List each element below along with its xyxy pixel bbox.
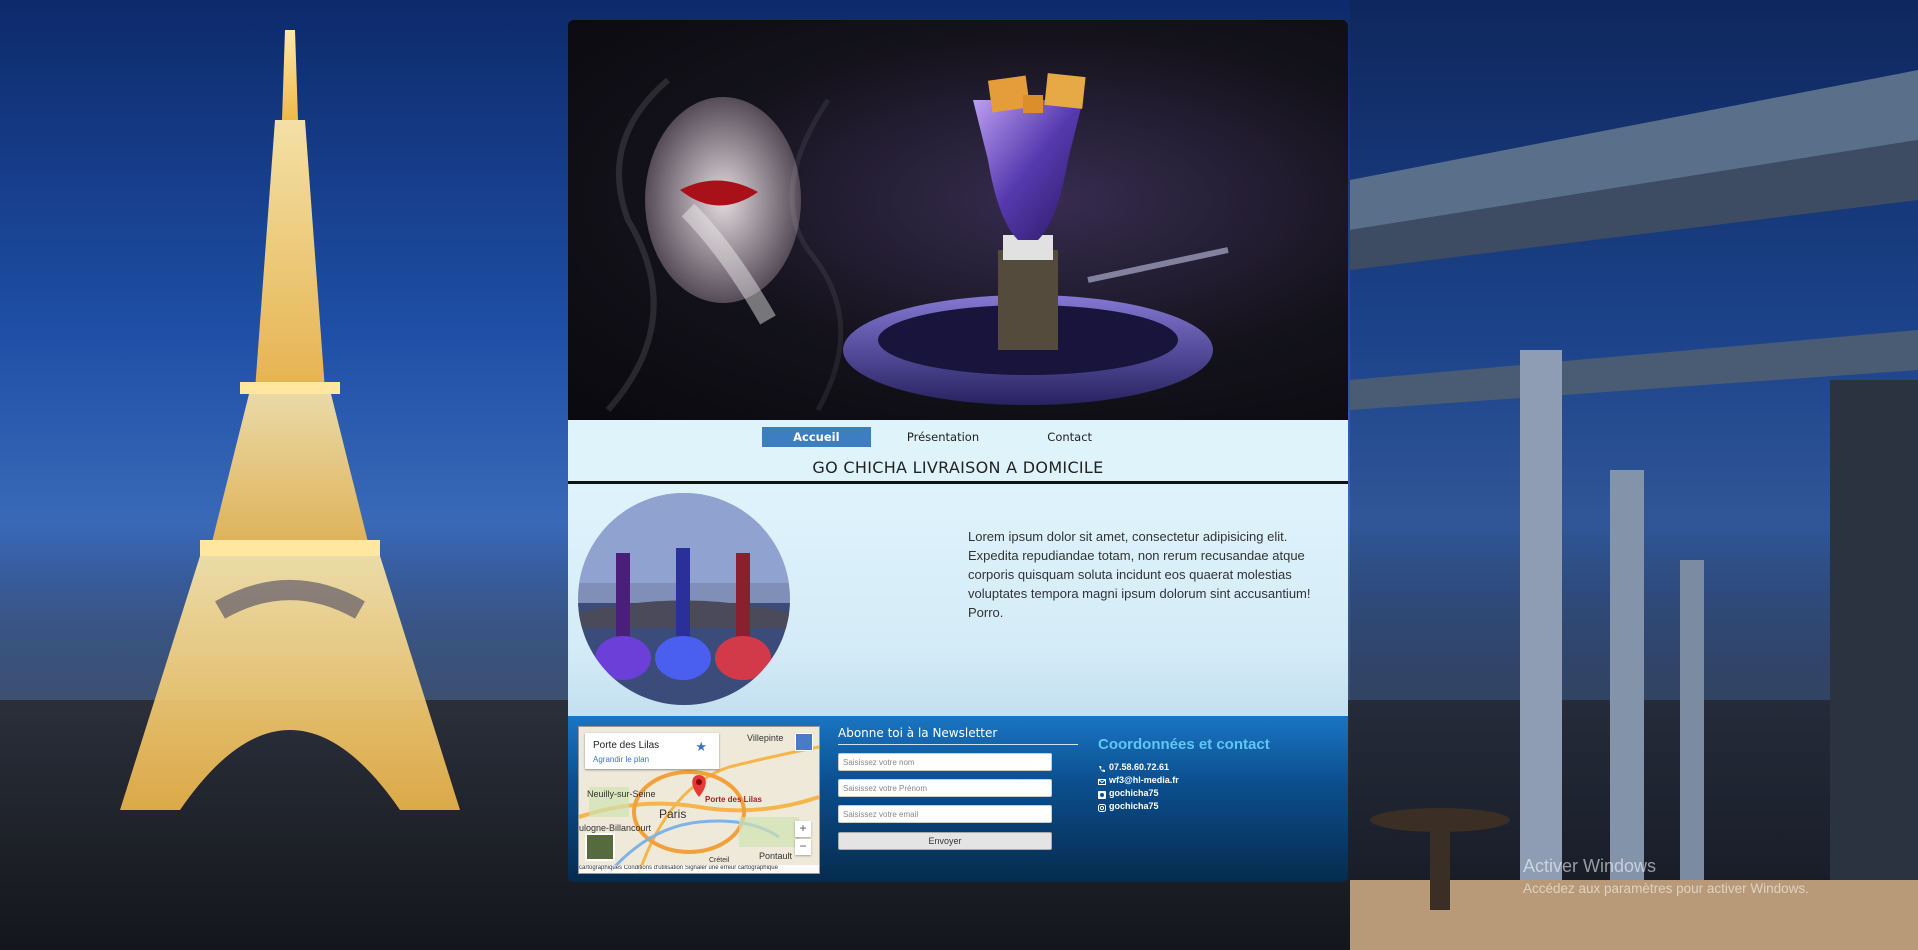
contact-snapchat: gochicha75 (1109, 788, 1159, 798)
contact-snapchat-row: gochicha75 (1098, 787, 1328, 800)
snapchat-icon (1098, 790, 1106, 799)
watermark-subtitle: Accédez aux paramètres pour activer Wind… (1523, 881, 1809, 896)
watermark-title: Activer Windows (1523, 856, 1657, 876)
firstname-input[interactable] (838, 779, 1052, 797)
zoom-out-button[interactable]: − (795, 839, 811, 855)
envelope-icon (1098, 777, 1106, 785)
map-label-neuilly: Neuilly-sur-Seine (587, 789, 656, 799)
submit-button[interactable]: Envoyer (838, 832, 1052, 850)
newsletter-title: Abonne toi à la Newsletter (838, 726, 1078, 745)
map-place-name: Porte des Lilas (593, 740, 660, 751)
main-card: Accueil Présentation Contact GO CHICHA L… (568, 20, 1348, 882)
nav-item-accueil[interactable]: Accueil (762, 427, 871, 447)
page-title: GO CHICHA LIVRAISON A DOMICILE (812, 458, 1104, 477)
google-map[interactable]: Porte des Lilas Agrandir le plan ★ Ville… (578, 726, 820, 874)
contact-phone: 07.58.60.72.61 (1109, 762, 1170, 772)
email-input[interactable] (838, 805, 1052, 823)
name-input[interactable] (838, 753, 1052, 771)
contact-email: wf3@hl-media.fr (1109, 775, 1179, 785)
satellite-toggle-button[interactable] (585, 833, 615, 861)
terrace-background-image (1350, 0, 1918, 950)
map-footer: cartographiques Conditions d'utilisation… (579, 865, 819, 873)
hookah-hero-image (568, 20, 1348, 420)
nav-item-presentation[interactable]: Présentation (889, 427, 998, 447)
instagram-icon (1098, 803, 1106, 812)
map-label-creteil: Créteil (709, 857, 730, 864)
hero-banner (568, 20, 1348, 420)
map-label-pontault: Pontault (759, 851, 793, 861)
map-place-card: Porte des Lilas Agrandir le plan ★ (585, 733, 719, 769)
contact-instagram: gochicha75 (1109, 801, 1159, 811)
phone-icon (1098, 764, 1106, 772)
contact-title: Coordonnées et contact (1098, 736, 1270, 753)
map-enlarge-link[interactable]: Agrandir le plan (593, 755, 649, 764)
hookahs-round-image (578, 493, 790, 705)
intro-text: Lorem ipsum dolor sit amet, consectetur … (968, 529, 1311, 620)
main-nav: Accueil Présentation Contact (762, 427, 1142, 447)
eiffel-tower-image (120, 30, 460, 810)
contact-instagram-row: gochicha75 (1098, 800, 1328, 813)
pegman-icon[interactable] (795, 733, 813, 751)
contact-phone-row: 07.58.60.72.61 (1098, 761, 1328, 774)
map-label-villepinte: Villepinte (747, 733, 784, 743)
star-icon[interactable]: ★ (695, 739, 707, 755)
map-label-marker: Porte des Lilas (705, 795, 762, 804)
windows-activation-watermark: Activer Windows Accédez aux paramètres p… (1523, 856, 1809, 896)
map-label-boulogne: ulogne-Billancourt (579, 823, 652, 833)
contact-email-row: wf3@hl-media.fr (1098, 774, 1328, 787)
nav-item-contact[interactable]: Contact (1015, 427, 1124, 447)
zoom-in-button[interactable]: + (795, 821, 811, 837)
map-label-paris: Paris (659, 807, 687, 821)
newsletter-form: Abonne toi à la Newsletter Envoyer (838, 726, 1078, 850)
contact-block: Coordonnées et contact 07.58.60.72.61 wf… (1098, 736, 1328, 813)
